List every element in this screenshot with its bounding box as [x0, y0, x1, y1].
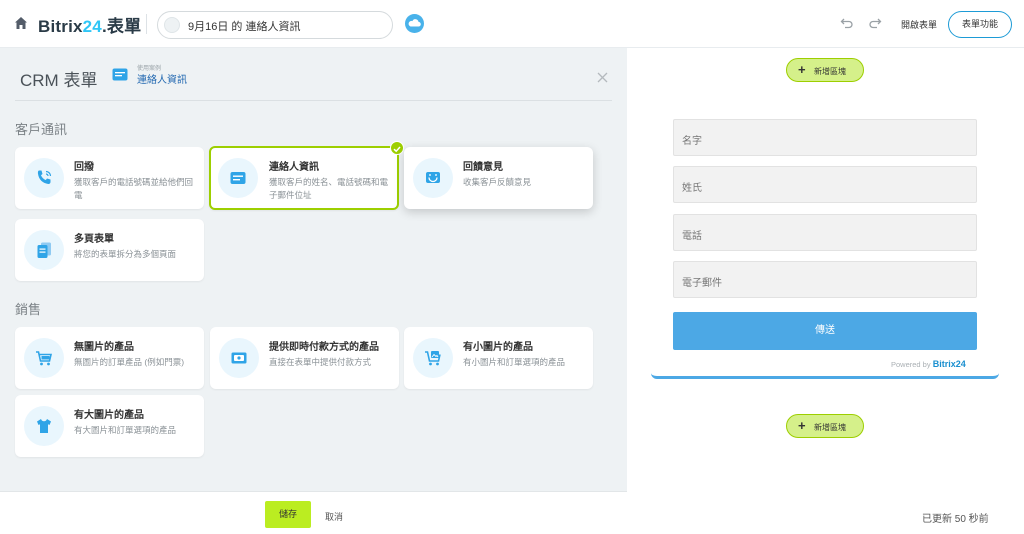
card-description: 收集客戶反饋意見 — [463, 177, 532, 187]
card-description: 獲取客戶的姓名、電話號碼和電子郵件位址 — [269, 177, 389, 200]
card-description: 有小圖片和訂單選項的產品 — [463, 357, 566, 367]
card-icon-wrap — [219, 338, 259, 378]
card-product-small-image[interactable]: 有小圖片的產品 有小圖片和訂單選項的產品 — [404, 327, 593, 389]
card-title: 連絡人資訊 — [269, 162, 319, 173]
home-icon[interactable] — [13, 15, 29, 31]
cart-image-icon — [425, 351, 441, 366]
card-icon-wrap — [24, 406, 64, 446]
card-title: 無圖片的產品 — [74, 342, 134, 353]
add-block-label: 新增區塊 — [814, 423, 846, 432]
card-product-payment[interactable]: 提供即時付款方式的產品 直接在表單中提供付款方式 — [210, 327, 399, 389]
powered-by: Powered by Bitrix24 — [891, 359, 966, 369]
redo-icon[interactable] — [868, 16, 882, 30]
feedback-icon — [426, 172, 440, 183]
field-label: 電話 — [682, 231, 702, 242]
panel-footer: 儲存 取消 — [0, 491, 627, 534]
cancel-button[interactable]: 取消 — [325, 510, 343, 523]
card-product-no-image[interactable]: 無圖片的產品 無圖片的訂單產品 (例如門票) — [15, 327, 204, 389]
section-title-sales: 銷售 — [15, 302, 42, 317]
close-icon[interactable] — [597, 70, 608, 83]
field-label: 電子郵件 — [682, 278, 722, 289]
card-title: 多頁表單 — [74, 234, 114, 245]
card-contact-info[interactable]: 連絡人資訊 獲取客戶的姓名、電話號碼和電子郵件位址 — [209, 141, 404, 210]
card-icon-wrap — [24, 230, 64, 270]
contact-form-icon — [230, 172, 246, 184]
card-title: 提供即時付款方式的產品 — [269, 342, 379, 353]
card-icon-wrap — [24, 158, 64, 198]
phone-field[interactable]: 電話 — [673, 214, 977, 251]
email-field[interactable]: 電子郵件 — [673, 261, 977, 298]
save-button[interactable]: 儲存 — [265, 501, 311, 528]
card-title: 有小圖片的產品 — [463, 342, 533, 353]
form-preview-panel: + 新增區塊 名字 姓氏 電話 電子郵件 傳送 Powered by Bitri… — [627, 48, 1024, 534]
card-description: 直接在表單中提供付款方式 — [269, 357, 372, 367]
card-icon-wrap — [24, 338, 64, 378]
first-name-field[interactable]: 名字 — [673, 119, 977, 156]
card-description: 無圖片的訂單產品 (例如門票) — [74, 357, 185, 367]
card-icon-wrap — [413, 158, 453, 198]
form-bottom-border — [651, 373, 999, 379]
plus-icon: + — [798, 62, 806, 77]
card-icon-wrap — [218, 158, 258, 198]
card-description: 將您的表單拆分為多個頁面 — [74, 249, 177, 259]
header-divider — [146, 14, 147, 34]
form-thumbnail-icon — [164, 17, 180, 33]
payment-icon — [231, 352, 247, 364]
top-header: Bitrix24.表單 9月16日 的 連絡人資訊 開啟表單 表單功能 — [0, 0, 1024, 48]
card-icon-wrap — [413, 338, 453, 378]
usecase-form-icon — [112, 68, 128, 81]
undo-icon[interactable] — [840, 16, 854, 30]
open-form-link[interactable]: 開啟表單 — [901, 18, 937, 31]
card-callback[interactable]: 回撥 獲取客戶的電話號碼並給他們回電 — [15, 147, 204, 209]
form-title-text: 9月16日 的 連絡人資訊 — [188, 21, 301, 33]
section-title-communication: 客戶通訊 — [15, 122, 68, 137]
card-title: 回撥 — [74, 162, 94, 173]
card-feedback[interactable]: 回饋意見 收集客戶反饋意見 — [404, 147, 593, 209]
plus-icon: + — [798, 418, 806, 433]
selected-check-icon — [390, 141, 404, 155]
tshirt-icon — [37, 419, 51, 433]
add-block-button-top[interactable]: + 新增區塊 — [786, 58, 864, 82]
card-title: 回饋意見 — [463, 162, 503, 173]
card-multipage[interactable]: 多頁表單 將您的表單拆分為多個頁面 — [15, 219, 204, 281]
multipage-icon — [37, 242, 51, 258]
form-functions-button[interactable]: 表單功能 — [948, 11, 1012, 38]
usecase-link[interactable]: 連絡人資訊 — [137, 71, 187, 86]
add-block-label: 新增區塊 — [814, 67, 846, 76]
cloud-icon[interactable] — [405, 14, 424, 33]
panel-title: CRM 表單 — [20, 71, 98, 90]
field-label: 姓氏 — [682, 183, 702, 194]
form-title-input[interactable]: 9月16日 的 連絡人資訊 — [157, 11, 393, 39]
card-title: 有大圖片的產品 — [74, 410, 144, 421]
cart-icon — [36, 351, 53, 366]
card-description: 有大圖片和訂單選項的產品 — [74, 425, 177, 435]
add-block-button-bottom[interactable]: + 新增區塊 — [786, 414, 864, 438]
card-product-large-image[interactable]: 有大圖片的產品 有大圖片和訂單選項的產品 — [15, 395, 204, 457]
field-label: 名字 — [682, 136, 702, 147]
last-name-field[interactable]: 姓氏 — [673, 166, 977, 203]
last-updated-status: 已更新 50 秒前 — [922, 514, 989, 525]
submit-button[interactable]: 傳送 — [673, 312, 977, 350]
crm-form-panel: CRM 表單 使用案例 連絡人資訊 客戶通訊 回撥 獲取客戶的電話號碼並給他們回… — [0, 48, 627, 534]
card-description: 獲取客戶的電話號碼並給他們回電 — [74, 177, 194, 200]
panel-divider — [15, 100, 612, 101]
phone-icon — [37, 170, 52, 185]
app-logo: Bitrix24.表單 — [38, 17, 142, 36]
